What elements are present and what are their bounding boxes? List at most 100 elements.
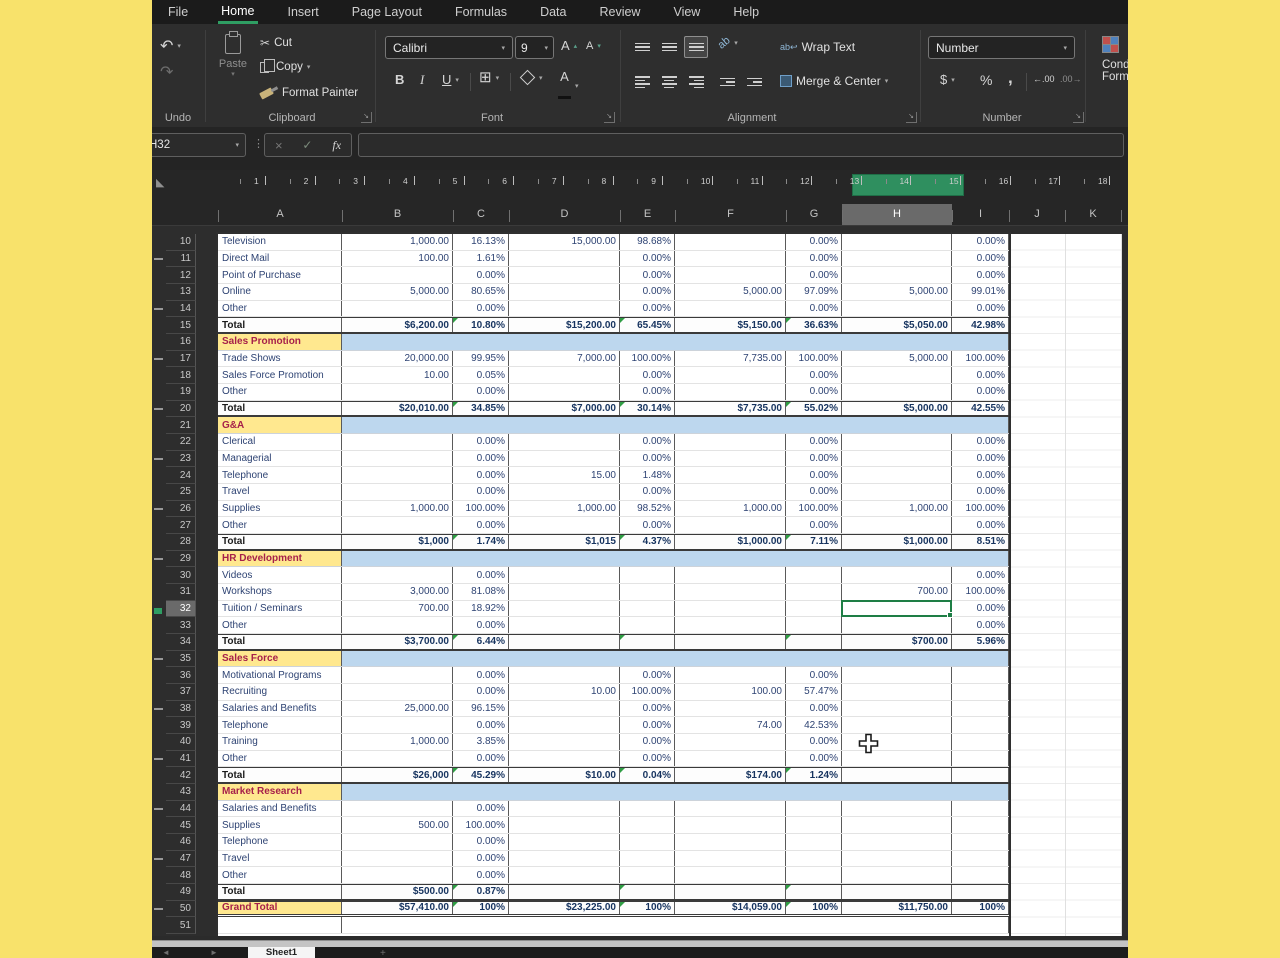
cell-D19[interactable] bbox=[509, 384, 620, 400]
row-header-47[interactable]: 47 bbox=[166, 851, 196, 868]
cell-G37[interactable]: 57.47% bbox=[786, 684, 842, 700]
cell-F23[interactable] bbox=[675, 451, 786, 467]
cell-I14[interactable]: 0.00% bbox=[952, 301, 1009, 317]
cell-B36[interactable] bbox=[342, 667, 453, 683]
comma-style-button[interactable]: , bbox=[1008, 68, 1013, 88]
cell-I50[interactable]: 100% bbox=[952, 902, 1009, 915]
cell-B14[interactable] bbox=[342, 301, 453, 317]
cell-A17[interactable]: Trade Shows bbox=[218, 351, 342, 367]
cell-F20[interactable]: $7,735.00 bbox=[675, 402, 786, 416]
row-header-31[interactable]: 31 bbox=[166, 584, 196, 601]
cell-E31[interactable] bbox=[620, 584, 675, 600]
menu-tab-home[interactable]: Home bbox=[218, 0, 257, 24]
cell-A36[interactable]: Motivational Programs bbox=[218, 667, 342, 683]
cell-I11[interactable]: 0.00% bbox=[952, 251, 1009, 267]
cell-D20[interactable]: $7,000.00 bbox=[509, 402, 620, 416]
cell-E22[interactable]: 0.00% bbox=[620, 434, 675, 450]
row-header-43[interactable]: 43 bbox=[166, 784, 196, 801]
cell-H33[interactable] bbox=[842, 617, 952, 633]
conditional-formatting-button[interactable]: Cond Forma bbox=[1102, 36, 1128, 83]
cell-C34[interactable]: 6.44% bbox=[453, 635, 509, 649]
cell-H14[interactable] bbox=[842, 301, 952, 317]
cell-I46[interactable] bbox=[952, 834, 1009, 850]
font-family-select[interactable]: Calibri ▾ bbox=[385, 36, 513, 59]
cell-D31[interactable] bbox=[509, 584, 620, 600]
cell-H39[interactable] bbox=[842, 717, 952, 733]
cell-G22[interactable]: 0.00% bbox=[786, 434, 842, 450]
cell-H25[interactable] bbox=[842, 484, 952, 500]
cell-C38[interactable]: 96.15% bbox=[453, 701, 509, 717]
align-right-button[interactable] bbox=[684, 71, 708, 93]
font-color-button[interactable]: A ▾ bbox=[558, 68, 579, 104]
horizontal-scrollbar[interactable] bbox=[152, 940, 1128, 947]
cell-A11[interactable]: Direct Mail bbox=[218, 251, 342, 267]
cell-I49[interactable] bbox=[952, 885, 1009, 899]
cell-A51[interactable] bbox=[218, 917, 342, 933]
cell-D40[interactable] bbox=[509, 734, 620, 750]
cell-C32[interactable]: 18.92% bbox=[453, 601, 509, 617]
cell-C20[interactable]: 34.85% bbox=[453, 402, 509, 416]
cell-B42[interactable]: $26,000 bbox=[342, 768, 453, 782]
cell-E23[interactable]: 0.00% bbox=[620, 451, 675, 467]
cell-B10[interactable]: 1,000.00 bbox=[342, 234, 453, 250]
row-header-40[interactable]: 40 bbox=[166, 734, 196, 751]
cell-D30[interactable] bbox=[509, 567, 620, 583]
cell-A29[interactable]: HR Development bbox=[218, 551, 342, 567]
cell-F14[interactable] bbox=[675, 301, 786, 317]
sheet-nav-next-icon[interactable]: ► bbox=[210, 948, 218, 957]
cell-H23[interactable] bbox=[842, 451, 952, 467]
cell-G39[interactable]: 42.53% bbox=[786, 717, 842, 733]
cell-B27[interactable] bbox=[342, 517, 453, 533]
cell-A15[interactable]: Total bbox=[218, 318, 342, 332]
cell-H36[interactable] bbox=[842, 667, 952, 683]
row-header-20[interactable]: 20 bbox=[166, 401, 196, 418]
column-header-D[interactable]: D bbox=[509, 204, 620, 225]
cell-C22[interactable]: 0.00% bbox=[453, 434, 509, 450]
cell-B45[interactable]: 500.00 bbox=[342, 817, 453, 833]
cell-G26[interactable]: 100.00% bbox=[786, 501, 842, 517]
cell-I12[interactable]: 0.00% bbox=[952, 267, 1009, 283]
shrink-font-button[interactable]: A▾ bbox=[586, 40, 601, 52]
cell-A10[interactable]: Television bbox=[218, 234, 342, 250]
cell-I34[interactable]: 5.96% bbox=[952, 635, 1009, 649]
cell-B18[interactable]: 10.00 bbox=[342, 367, 453, 383]
cell-A37[interactable]: Recruiting bbox=[218, 684, 342, 700]
cell-B37[interactable] bbox=[342, 684, 453, 700]
increase-decimal-button[interactable]: ←.00 bbox=[1033, 74, 1055, 84]
cell-I24[interactable]: 0.00% bbox=[952, 467, 1009, 483]
sheet-tab-sheet1[interactable]: Sheet1 bbox=[248, 947, 315, 958]
cell-G36[interactable]: 0.00% bbox=[786, 667, 842, 683]
cell-E14[interactable]: 0.00% bbox=[620, 301, 675, 317]
cell-E28[interactable]: 4.37% bbox=[620, 535, 675, 549]
cell-G31[interactable] bbox=[786, 584, 842, 600]
cell-A31[interactable]: Workshops bbox=[218, 584, 342, 600]
row-header-10[interactable]: 10 bbox=[166, 234, 196, 251]
cell-F26[interactable]: 1,000.00 bbox=[675, 501, 786, 517]
cell-C25[interactable]: 0.00% bbox=[453, 484, 509, 500]
menu-tab-insert[interactable]: Insert bbox=[285, 0, 322, 24]
cell-B47[interactable] bbox=[342, 851, 453, 867]
cell-E11[interactable]: 0.00% bbox=[620, 251, 675, 267]
cell-D25[interactable] bbox=[509, 484, 620, 500]
cell-B15[interactable]: $6,200.00 bbox=[342, 318, 453, 332]
cell-I31[interactable]: 100.00% bbox=[952, 584, 1009, 600]
menu-tab-help[interactable]: Help bbox=[730, 0, 762, 24]
cell-F48[interactable] bbox=[675, 867, 786, 883]
menu-tab-page-layout[interactable]: Page Layout bbox=[349, 0, 425, 24]
column-header-I[interactable]: I bbox=[952, 204, 1009, 225]
cell-F25[interactable] bbox=[675, 484, 786, 500]
cell-B38[interactable]: 25,000.00 bbox=[342, 701, 453, 717]
column-header-J[interactable]: J bbox=[1009, 204, 1065, 225]
cell-B22[interactable] bbox=[342, 434, 453, 450]
cell-A38[interactable]: Salaries and Benefits bbox=[218, 701, 342, 717]
cell-E39[interactable]: 0.00% bbox=[620, 717, 675, 733]
cell-A48[interactable]: Other bbox=[218, 867, 342, 883]
align-bottom-button[interactable] bbox=[684, 36, 708, 58]
cell-A50[interactable]: Grand Total bbox=[218, 902, 342, 915]
cell-C28[interactable]: 1.74% bbox=[453, 535, 509, 549]
row-header-25[interactable]: 25 bbox=[166, 484, 196, 501]
cell-H48[interactable] bbox=[842, 867, 952, 883]
cell-B13[interactable]: 5,000.00 bbox=[342, 284, 453, 300]
cell-D34[interactable] bbox=[509, 635, 620, 649]
cell-I47[interactable] bbox=[952, 851, 1009, 867]
